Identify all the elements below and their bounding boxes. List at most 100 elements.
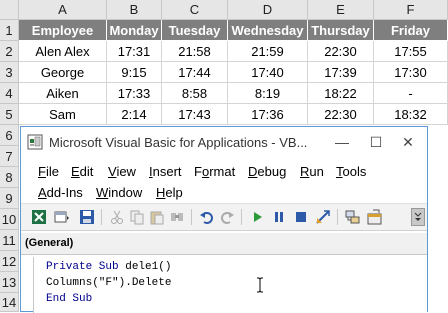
save-icon[interactable] [79,209,95,225]
table-cell[interactable]: 18:32 [374,104,448,125]
toolbar-overflow-button[interactable] [411,208,425,226]
object-dropdown-value: (General) [25,237,74,249]
menu-file[interactable]: File [38,163,59,181]
insert-module-icon[interactable] [54,209,70,225]
table-cell[interactable]: 17:40 [228,62,308,83]
table-cell[interactable]: Sam [19,104,107,125]
row-header-10[interactable]: 10 [0,209,19,230]
menu-accelerator-key: E [71,164,80,179]
select-all-corner[interactable] [0,0,19,20]
table-header-cell[interactable]: Thursday [308,20,374,41]
close-button[interactable]: ✕ [393,131,423,153]
row-header-8[interactable]: 8 [0,167,19,188]
menu-edit[interactable]: Edit [71,163,93,181]
menu-addins[interactable]: Add-Ins [38,184,83,202]
table-cell[interactable]: 17:33 [107,83,162,104]
code-editor[interactable]: Private Sub dele1() Columns("F").Delete … [33,257,427,313]
row-header-11[interactable]: 11 [0,230,19,251]
row-header-13[interactable]: 13 [0,272,19,293]
row-header-2[interactable]: 2 [0,41,19,62]
row-header-14[interactable]: 14 [0,293,19,312]
undo-icon[interactable] [199,209,215,225]
cut-icon[interactable] [109,209,125,225]
table-cell[interactable]: 17:55 [374,41,448,62]
column-header-f[interactable]: F [374,0,448,20]
column-header-d[interactable]: D [228,0,308,20]
maximize-button[interactable]: ☐ [361,131,391,153]
table-cell[interactable]: 17:39 [308,62,374,83]
table-cell[interactable]: 17:44 [162,62,228,83]
table-cell[interactable]: Aiken [19,83,107,104]
table-header-cell[interactable]: Monday [107,20,162,41]
menu-accelerator-key: R [300,164,310,179]
copy-icon[interactable] [129,209,145,225]
row-header-12[interactable]: 12 [0,251,19,272]
table-cell[interactable]: 22:30 [308,104,374,125]
table-header-cell[interactable]: Friday [374,20,448,41]
find-icon[interactable] [169,209,185,225]
window-title: Microsoft Visual Basic for Applications … [49,135,308,150]
code-line-3: End Sub [46,293,92,305]
menu-accelerator-key: D [248,164,258,179]
table-cell[interactable]: 2:14 [107,104,162,125]
row-header-3[interactable]: 3 [0,62,19,83]
table-header-cell[interactable]: Wednesday [228,20,308,41]
menu-tools[interactable]: Tools [336,163,366,181]
run-icon[interactable] [249,209,265,225]
table-cell[interactable]: 8:19 [228,83,308,104]
row-header-9[interactable]: 9 [0,188,19,209]
table-cell[interactable]: George [19,62,107,83]
paste-icon[interactable] [149,209,165,225]
column-header-c[interactable]: C [162,0,228,20]
excel-icon[interactable] [31,209,47,225]
table-cell[interactable]: 21:58 [162,41,228,62]
menu-window[interactable]: Window [96,184,142,202]
row-header-7[interactable]: 7 [0,146,19,167]
menu-insert[interactable]: Insert [149,163,182,181]
menu-label-part: dd-Ins [46,185,83,200]
minimize-button[interactable]: — [327,131,357,153]
column-header-a[interactable]: A [19,0,107,20]
table-cell[interactable]: 21:59 [228,41,308,62]
table-cell[interactable]: 17:31 [107,41,162,62]
design-mode-icon[interactable] [315,209,331,225]
menu-label-part: un [309,164,324,179]
menu-format[interactable]: Format [194,163,235,181]
text-cursor-icon [257,277,263,293]
table-cell[interactable]: 22:30 [308,41,374,62]
object-dropdown[interactable]: (General) [21,233,427,255]
table-cell[interactable]: 9:15 [107,62,162,83]
toolbar-separator [101,209,102,225]
break-icon[interactable] [271,209,287,225]
row-header-6[interactable]: 6 [0,125,19,146]
menu-label-part: elp [165,185,183,200]
table-cell[interactable]: 18:22 [308,83,374,104]
table-cell[interactable]: 17:30 [374,62,448,83]
column-header-b[interactable]: B [107,0,162,20]
row-header-5[interactable]: 5 [0,104,19,125]
table-cell[interactable]: Alen Alex [19,41,107,62]
redo-icon[interactable] [219,209,235,225]
project-explorer-icon[interactable] [345,209,361,225]
menu-run[interactable]: Run [300,163,324,181]
menu-help[interactable]: Help [156,184,183,202]
menu-debug[interactable]: Debug [248,163,286,181]
menu-view[interactable]: View [108,163,136,181]
table-cell[interactable]: 17:43 [162,104,228,125]
menu-accelerator-key: W [96,185,109,200]
table-header-cell[interactable]: Tuesday [162,20,228,41]
code-keyword: End Sub [46,293,93,305]
vba-title-bar[interactable]: Microsoft Visual Basic for Applications … [21,127,427,157]
table-cell[interactable]: 17:36 [228,104,308,125]
reset-icon[interactable] [293,209,309,225]
table-cell[interactable]: - [374,83,448,104]
table-cell[interactable]: 8:58 [162,83,228,104]
table-header-cell[interactable]: Employee [19,20,107,41]
column-header-e[interactable]: E [308,0,374,20]
toolbar-separator [337,209,338,225]
row-header-1[interactable]: 1 [0,20,19,41]
menu-label-part: iew [116,164,136,179]
menu-accelerator-key: F [38,164,46,179]
row-header-4[interactable]: 4 [0,83,19,104]
properties-icon[interactable] [367,209,383,225]
